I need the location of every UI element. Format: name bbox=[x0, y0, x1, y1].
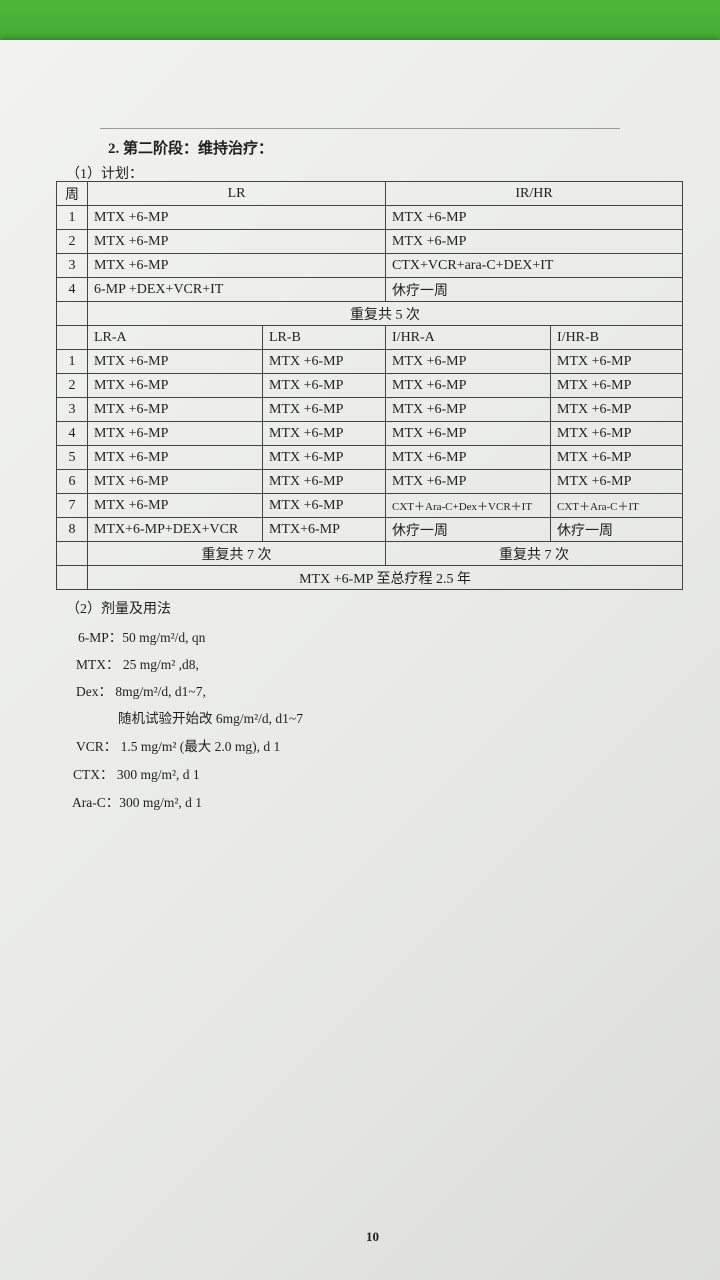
ihr-b-cell: MTX +6-MP bbox=[550, 421, 684, 446]
lr-a-cell: MTX +6-MP bbox=[87, 469, 263, 494]
table-row: 4 MTX +6-MP MTX +6-MP MTX +6-MP MTX +6-M… bbox=[56, 421, 684, 446]
week-cell: 1 bbox=[56, 349, 88, 374]
irhr-header: IR/HR bbox=[385, 181, 684, 206]
ihr-b-cell: MTX +6-MP bbox=[550, 397, 684, 422]
table-row: 2 MTX +6-MP MTX +6-MP MTX +6-MP MTX +6-M… bbox=[56, 373, 684, 398]
empty-cell bbox=[56, 325, 88, 350]
ihr-a-cell: MTX +6-MP bbox=[385, 373, 552, 398]
week-cell: 2 bbox=[56, 229, 88, 254]
dosage-line: MTX： 25 mg/m² ,d8, bbox=[76, 657, 199, 672]
ihr-a-cell: MTX +6-MP bbox=[385, 397, 552, 422]
lr-a-cell: MTX +6-MP bbox=[87, 373, 263, 398]
irhr-cell: MTX +6-MP bbox=[385, 205, 684, 230]
dosage-title: （2）剂量及用法 bbox=[66, 602, 171, 617]
maintenance-plan-table: 周 LR IR/HR 1 MTX +6-MP MTX +6-MP 2 MTX +… bbox=[56, 181, 684, 590]
irhr-cell: 休疗一周 bbox=[385, 277, 684, 302]
repeat-cell: 重复共 5 次 bbox=[86, 301, 684, 326]
repeat-hr-cell: 重复共 7 次 bbox=[385, 541, 684, 566]
empty-cell bbox=[56, 541, 88, 566]
repeat-row: 重复共 7 次 重复共 7 次 bbox=[56, 541, 684, 566]
lr-cell: MTX +6-MP bbox=[86, 205, 387, 230]
week-cell: 3 bbox=[56, 253, 88, 278]
repeat-row: 重复共 5 次 bbox=[56, 301, 684, 326]
table-row: 6 MTX +6-MP MTX +6-MP MTX +6-MP MTX +6-M… bbox=[56, 469, 684, 494]
plan-subtitle: （1）计划： bbox=[66, 167, 143, 182]
irhr-cell: MTX +6-MP bbox=[385, 229, 684, 254]
week-cell: 5 bbox=[56, 445, 88, 470]
table-row: 1 MTX +6-MP MTX +6-MP bbox=[56, 205, 684, 230]
ihr-a-header: I/HR-A bbox=[385, 325, 552, 350]
week-cell: 8 bbox=[56, 517, 88, 542]
lr-header: LR bbox=[86, 181, 387, 206]
top-rule bbox=[100, 128, 620, 129]
table-row: 7 MTX +6-MP MTX +6-MP CXT＋Ara-C+Dex＋VCR＋… bbox=[56, 493, 684, 518]
lr-b-header: LR-B bbox=[261, 325, 387, 350]
lr-a-cell: MTX +6-MP bbox=[87, 445, 263, 470]
table-row: 3 MTX +6-MP MTX +6-MP MTX +6-MP MTX +6-M… bbox=[56, 397, 684, 422]
lr-b-cell: MTX +6-MP bbox=[261, 421, 387, 446]
week-cell: 7 bbox=[56, 493, 88, 518]
final-row: MTX +6-MP 至总疗程 2.5 年 bbox=[56, 565, 684, 590]
lr-cell: MTX +6-MP bbox=[86, 229, 387, 254]
lr-a-header: LR-A bbox=[87, 325, 263, 350]
week-cell: 6 bbox=[56, 469, 88, 494]
ihr-a-cell: MTX +6-MP bbox=[385, 421, 552, 446]
ihr-b-cell: CXT＋Ara-C＋IT bbox=[550, 493, 684, 518]
ihr-a-cell: MTX +6-MP bbox=[385, 349, 552, 374]
table-row: 2 MTX +6-MP MTX +6-MP bbox=[56, 229, 684, 254]
ihr-a-cell: MTX +6-MP bbox=[385, 445, 552, 470]
table-row: 1 MTX +6-MP MTX +6-MP MTX +6-MP MTX +6-M… bbox=[56, 349, 684, 374]
ihr-a-cell: MTX +6-MP bbox=[385, 469, 552, 494]
empty-cell bbox=[56, 301, 88, 326]
empty-cell bbox=[56, 565, 88, 590]
table-header-row: 周 LR IR/HR bbox=[56, 181, 684, 206]
ihr-b-cell: MTX +6-MP bbox=[550, 445, 684, 470]
lr-b-cell: MTX +6-MP bbox=[261, 469, 387, 494]
ihr-b-cell: MTX +6-MP bbox=[550, 469, 684, 494]
dosage-line: 随机试验开始改 6mg/m²/d, d1~7 bbox=[118, 711, 303, 726]
table-row: 5 MTX +6-MP MTX +6-MP MTX +6-MP MTX +6-M… bbox=[56, 445, 684, 470]
lr-b-cell: MTX+6-MP bbox=[261, 517, 387, 542]
lr-cell: 6-MP +DEX+VCR+IT bbox=[86, 277, 387, 302]
lr-a-cell: MTX +6-MP bbox=[87, 349, 263, 374]
week-cell: 3 bbox=[56, 397, 88, 422]
week-cell: 4 bbox=[56, 277, 88, 302]
lr-b-cell: MTX +6-MP bbox=[261, 397, 387, 422]
table-row: 4 6-MP +DEX+VCR+IT 休疗一周 bbox=[56, 277, 684, 302]
ihr-b-cell: MTX +6-MP bbox=[550, 349, 684, 374]
dosage-line: 6-MP：50 mg/m²/d, qn bbox=[78, 630, 206, 645]
week-cell: 2 bbox=[56, 373, 88, 398]
lr-a-cell: MTX +6-MP bbox=[87, 493, 263, 518]
week-cell: 4 bbox=[56, 421, 88, 446]
ihr-b-header: I/HR-B bbox=[550, 325, 684, 350]
lr-a-cell: MTX+6-MP+DEX+VCR bbox=[87, 517, 263, 542]
table-row: 3 MTX +6-MP CTX+VCR+ara-C+DEX+IT bbox=[56, 253, 684, 278]
ihr-a-cell: 休疗一周 bbox=[385, 517, 552, 542]
page-number: 10 bbox=[366, 1229, 379, 1244]
dosage-line: Dex： 8mg/m²/d, d1~7, bbox=[76, 684, 206, 699]
lr-b-cell: MTX +6-MP bbox=[261, 493, 387, 518]
week-header: 周 bbox=[56, 181, 88, 206]
dosage-line: Ara-C：300 mg/m², d 1 bbox=[72, 795, 203, 810]
ihr-b-cell: MTX +6-MP bbox=[550, 373, 684, 398]
table-row: 8 MTX+6-MP+DEX+VCR MTX+6-MP 休疗一周 休疗一周 bbox=[56, 517, 684, 542]
irhr-cell: CTX+VCR+ara-C+DEX+IT bbox=[385, 253, 684, 278]
ihr-b-cell: 休疗一周 bbox=[550, 517, 684, 542]
lr-a-cell: MTX +6-MP bbox=[87, 421, 263, 446]
table2-header-row: LR-A LR-B I/HR-A I/HR-B bbox=[56, 325, 684, 350]
ihr-a-cell: CXT＋Ara-C+Dex＋VCR＋IT bbox=[385, 493, 552, 518]
dosage-line: CTX： 300 mg/m², d 1 bbox=[73, 767, 200, 782]
lr-b-cell: MTX +6-MP bbox=[261, 373, 387, 398]
dosage-line: VCR： 1.5 mg/m² (最大 2.0 mg), d 1 bbox=[76, 739, 281, 754]
lr-b-cell: MTX +6-MP bbox=[261, 445, 387, 470]
final-cell: MTX +6-MP 至总疗程 2.5 年 bbox=[86, 565, 684, 590]
lr-b-cell: MTX +6-MP bbox=[261, 349, 387, 374]
lr-a-cell: MTX +6-MP bbox=[87, 397, 263, 422]
lr-cell: MTX +6-MP bbox=[86, 253, 387, 278]
section-heading: 2. 第二阶段：维持治疗： bbox=[108, 141, 274, 157]
week-cell: 1 bbox=[56, 205, 88, 230]
repeat-lr-cell: 重复共 7 次 bbox=[86, 541, 387, 566]
